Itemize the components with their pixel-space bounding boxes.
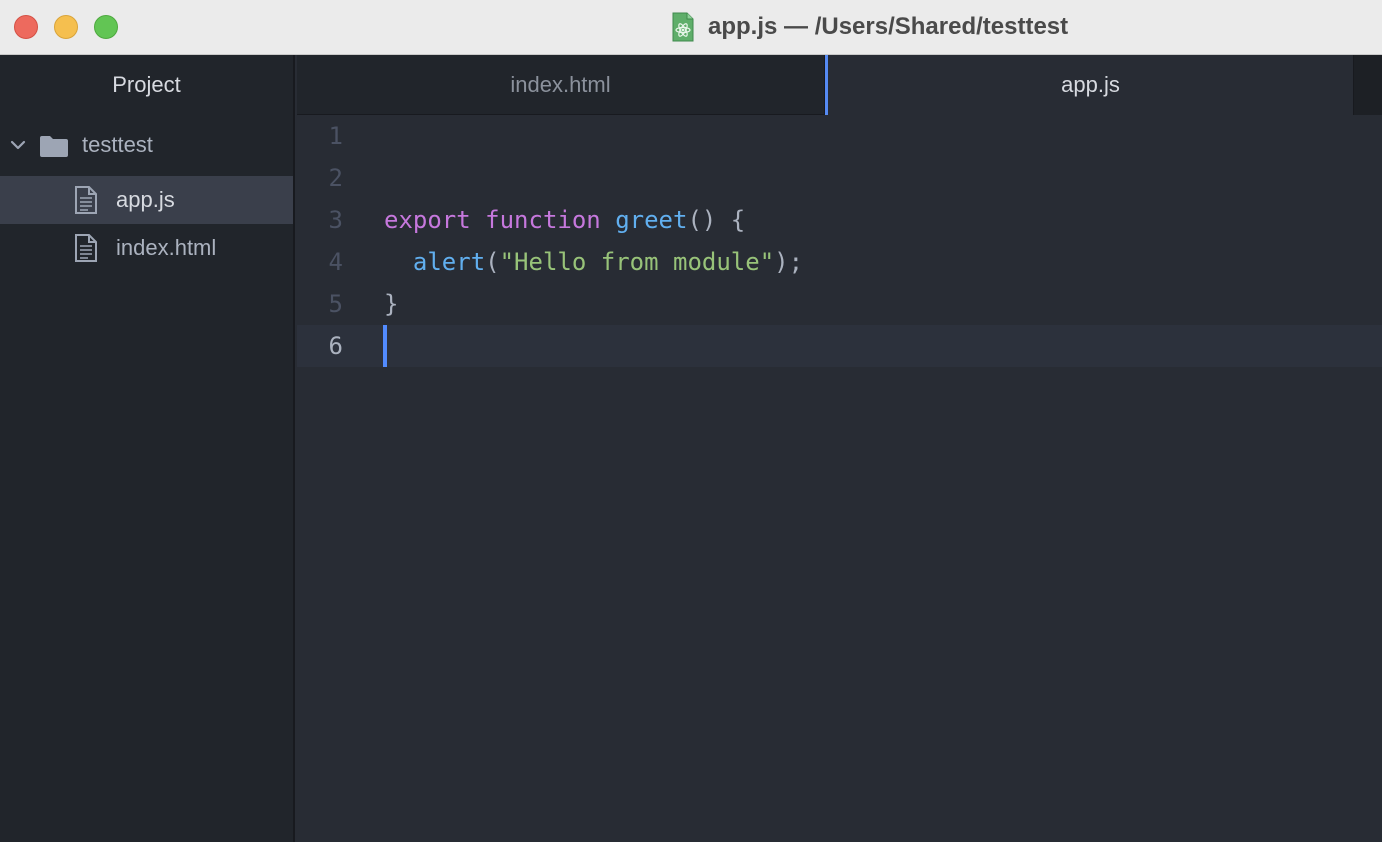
line-number: 2 (328, 164, 343, 192)
file-text-icon (75, 234, 97, 262)
code-line[interactable]: 3 export function greet() { (297, 199, 1382, 241)
code-token: "Hello from module" (499, 248, 775, 276)
code-line[interactable]: 1 (297, 115, 1382, 157)
file-text-icon (75, 186, 97, 214)
tab-label: app.js (1061, 72, 1120, 97)
line-number: 4 (328, 248, 343, 276)
code-token: } (384, 290, 399, 318)
tab-bar-empty-area[interactable] (1353, 55, 1382, 115)
code-text[interactable]: export function greet() { (384, 199, 745, 241)
maximize-window-button[interactable] (94, 15, 118, 39)
tree-folder-label: testtest (82, 132, 153, 157)
project-sidebar: Project testtest app.js index.html (0, 55, 295, 842)
code-token: alert (412, 248, 486, 276)
folder-icon (40, 136, 68, 157)
tab-label: index.html (510, 72, 611, 97)
editor-window: app.js — /Users/Shared/testtest Project … (0, 0, 1382, 842)
tree-file-label: app.js (116, 187, 175, 212)
title-bar[interactable]: app.js — /Users/Shared/testtest (0, 0, 1382, 55)
minimize-window-button[interactable] (54, 15, 78, 39)
tree-file-index-html[interactable]: index.html (0, 224, 293, 272)
tab-bar: index.html app.js (297, 55, 1382, 115)
code-token: ); (774, 248, 804, 276)
line-number: 1 (328, 122, 343, 150)
atom-file-icon (672, 12, 694, 42)
code-text[interactable]: alert("Hello from module"); (384, 241, 803, 283)
tree-file-label: index.html (116, 235, 217, 260)
tree-folder-testtest[interactable]: testtest (0, 123, 293, 169)
code-line[interactable]: 2 (297, 157, 1382, 199)
code-token: greet (615, 206, 688, 234)
code-line-current[interactable]: 6 (297, 325, 1382, 367)
code-line[interactable]: 4 alert("Hello from module"); (297, 241, 1382, 283)
text-cursor (383, 325, 387, 367)
window-title-group: app.js — /Users/Shared/testtest (672, 10, 1068, 44)
code-text[interactable]: } (384, 283, 398, 325)
code-token: () { (687, 206, 746, 234)
code-token: function (485, 206, 601, 234)
code-token: ( (485, 248, 500, 276)
code-editor[interactable]: 1 2 3 export function greet() { 4 alert(… (297, 115, 1382, 842)
sidebar-header[interactable]: Project (0, 55, 293, 115)
tab-index-html[interactable]: index.html (297, 55, 825, 115)
code-token: export (384, 206, 471, 234)
tree-file-app-js[interactable]: app.js (0, 176, 293, 224)
tab-app-js[interactable]: app.js (825, 55, 1353, 115)
chevron-down-icon[interactable] (10, 137, 26, 153)
line-number: 3 (328, 206, 343, 234)
line-number: 5 (328, 290, 343, 318)
code-line[interactable]: 5 } (297, 283, 1382, 325)
window-title: app.js — /Users/Shared/testtest (708, 13, 1069, 40)
line-number: 6 (328, 332, 343, 360)
close-window-button[interactable] (14, 15, 38, 39)
